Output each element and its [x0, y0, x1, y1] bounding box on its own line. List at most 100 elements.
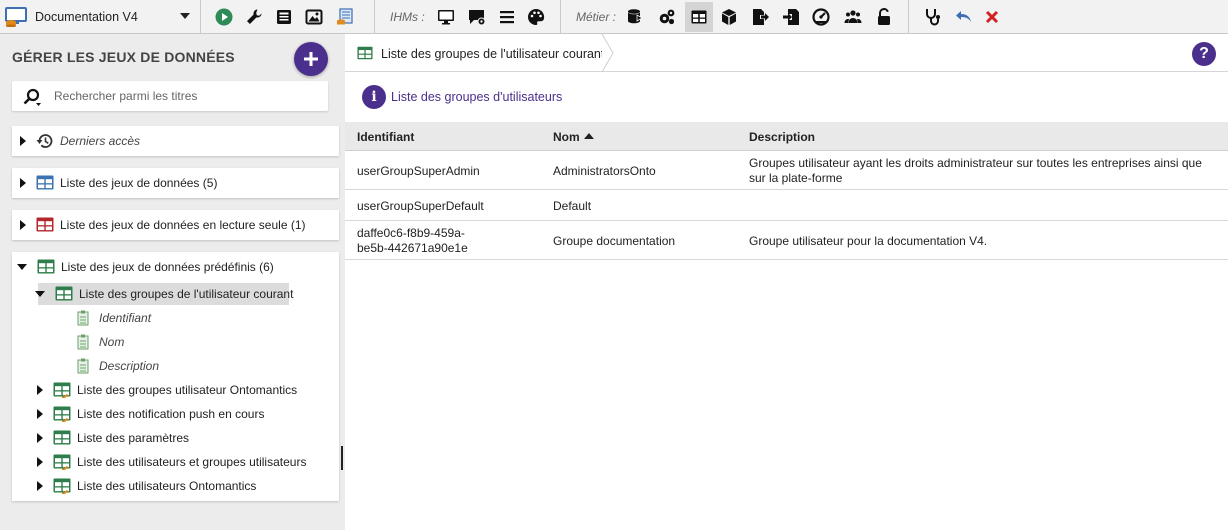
breadcrumb: Liste des groupes de l'utilisateur coura… [345, 34, 1228, 72]
expand-icon[interactable] [20, 178, 26, 188]
cell-nom: Default [553, 199, 592, 213]
expand-icon[interactable] [37, 457, 43, 467]
search-input[interactable] [54, 87, 314, 105]
dataset-predefined-icon [55, 286, 73, 302]
tree-item-label: Liste des utilisateurs Ontomantics [77, 479, 257, 493]
project-selector[interactable]: Documentation V4 [0, 0, 200, 34]
menu-button[interactable] [493, 2, 521, 32]
field-label: Identifiant [99, 311, 152, 325]
panel-resize-handle[interactable] [341, 446, 343, 470]
undo-button[interactable] [950, 2, 978, 32]
breadcrumb-tab[interactable]: Liste des groupes de l'utilisateur coura… [345, 34, 607, 72]
import-button[interactable] [777, 2, 805, 32]
cube-button[interactable] [715, 2, 743, 32]
cell-description: Groupes utilisateur ayant les droits adm… [749, 156, 1202, 186]
expand-icon[interactable] [20, 136, 26, 146]
tree-item-label: Liste des paramètres [77, 431, 190, 445]
chat-settings-icon [469, 10, 486, 26]
breadcrumb-chevron-icon [601, 34, 614, 72]
column-header-description[interactable]: Description [749, 130, 815, 144]
expand-icon[interactable] [20, 220, 26, 230]
tree-item-current-user-groups[interactable]: Liste des groupes de l'utilisateur coura… [35, 283, 293, 305]
stethoscope-icon [926, 9, 940, 26]
dataset-readonly-icon [36, 217, 54, 233]
cell-description: Groupe utilisateur pour la documentation… [749, 234, 988, 248]
cogs-button[interactable] [653, 2, 681, 32]
tree-field-identifiant[interactable]: Identifiant [76, 307, 151, 329]
table-row[interactable]: userGroupSuperAdmin AdministratorsOnto G… [345, 151, 1228, 190]
section-label: Liste des jeux de données (5) [60, 176, 218, 190]
export-button[interactable] [746, 2, 774, 32]
section-datasets-header[interactable]: Liste des jeux de données (5) [20, 172, 217, 194]
book-icon [277, 10, 291, 24]
column-header-nom[interactable]: Nom [553, 130, 594, 144]
table-row[interactable]: userGroupSuperDefault Default [345, 190, 1228, 221]
section-recent-header[interactable]: Derniers accès [20, 130, 140, 152]
palette-icon [528, 8, 545, 26]
book-button[interactable] [270, 2, 298, 32]
theme-button[interactable] [522, 2, 550, 32]
tree-item-push-notifications[interactable]: Liste des notification push en cours [37, 403, 264, 425]
tree-item-ontomantics-users[interactable]: Liste des utilisateurs Ontomantics [37, 475, 256, 497]
undo-icon [956, 11, 971, 22]
run-button[interactable] [210, 2, 238, 32]
section-readonly-header[interactable]: Liste des jeux de données en lecture seu… [20, 214, 306, 236]
collapse-icon[interactable] [35, 291, 45, 297]
field-icon [76, 358, 94, 374]
search-icon [23, 88, 41, 106]
database-button[interactable] [621, 2, 649, 32]
toolbar-divider [560, 0, 561, 34]
field-icon [76, 334, 94, 350]
settings-wrench-button[interactable] [240, 2, 268, 32]
project-name: Documentation V4 [35, 10, 138, 24]
expand-icon[interactable] [37, 409, 43, 419]
toolbar-divider [908, 0, 909, 34]
tree-item-label: Liste des groupes de l'utilisateur coura… [79, 287, 294, 301]
table-button[interactable] [685, 2, 713, 32]
close-icon [985, 10, 999, 24]
main-toolbar: Documentation V4 IHMs : Métier : [0, 0, 1228, 34]
tree-item-label: Liste des utilisateurs et groupes utilis… [77, 455, 307, 469]
users-button[interactable] [839, 2, 867, 32]
menu-icon [500, 11, 514, 24]
tree-field-nom[interactable]: Nom [76, 331, 124, 353]
section-predefined-header[interactable]: Liste des jeux de données prédéfinis (6) [17, 256, 274, 278]
chat-settings-button[interactable] [463, 2, 491, 32]
expand-icon[interactable] [37, 481, 43, 491]
cube-icon [722, 9, 736, 25]
cell-identifiant: userGroupSuperDefault [357, 199, 484, 213]
expand-icon[interactable] [37, 433, 43, 443]
cell-identifiant-line: be5b-442671a90e1e [357, 241, 468, 255]
screen-button[interactable] [432, 2, 460, 32]
unlock-icon [878, 8, 890, 25]
tree-item-users-and-groups[interactable]: Liste des utilisateurs et groupes utilis… [37, 451, 306, 473]
toolbar-divider [200, 0, 201, 34]
add-dataset-button[interactable] [294, 42, 328, 76]
column-header-identifiant[interactable]: Identifiant [357, 130, 414, 144]
image-button[interactable] [300, 2, 328, 32]
cell-identifiant-line: daffe0c6-f8b9-459a- [357, 226, 465, 240]
tree-item-ontomantics-groups[interactable]: Liste des groupes utilisateur Ontomantic… [37, 379, 297, 401]
help-button[interactable]: ? [1192, 42, 1216, 66]
close-button[interactable] [978, 2, 1006, 32]
expand-icon[interactable] [37, 385, 43, 395]
tree-item-parameters[interactable]: Liste des paramètres [37, 427, 189, 449]
panel-title: GÉRER LES JEUX DE DONNÉES [12, 49, 235, 65]
sort-ascending-icon [583, 133, 594, 139]
tree-item-label: Liste des notification push en cours [77, 407, 265, 421]
cell-description-line: sur la plate-forme [749, 171, 843, 185]
dashboard-button[interactable] [807, 2, 835, 32]
cell-identifiant: userGroupSuperAdmin [357, 164, 480, 178]
dataset-info-text: Liste des groupes d'utilisateurs [391, 90, 563, 104]
dataset-predefined-icon [37, 259, 55, 275]
document-button[interactable] [331, 2, 359, 32]
dataset-predefined-linked-icon [53, 454, 71, 470]
search-box [12, 81, 328, 111]
plus-icon [304, 52, 318, 66]
table-row[interactable]: daffe0c6-f8b9-459a- be5b-442671a90e1e Gr… [345, 221, 1228, 260]
unlock-button[interactable] [870, 2, 898, 32]
tree-field-description[interactable]: Description [76, 355, 159, 377]
collapse-icon[interactable] [17, 264, 27, 270]
chevron-down-icon[interactable] [180, 13, 190, 19]
diagnostic-button[interactable] [919, 2, 947, 32]
